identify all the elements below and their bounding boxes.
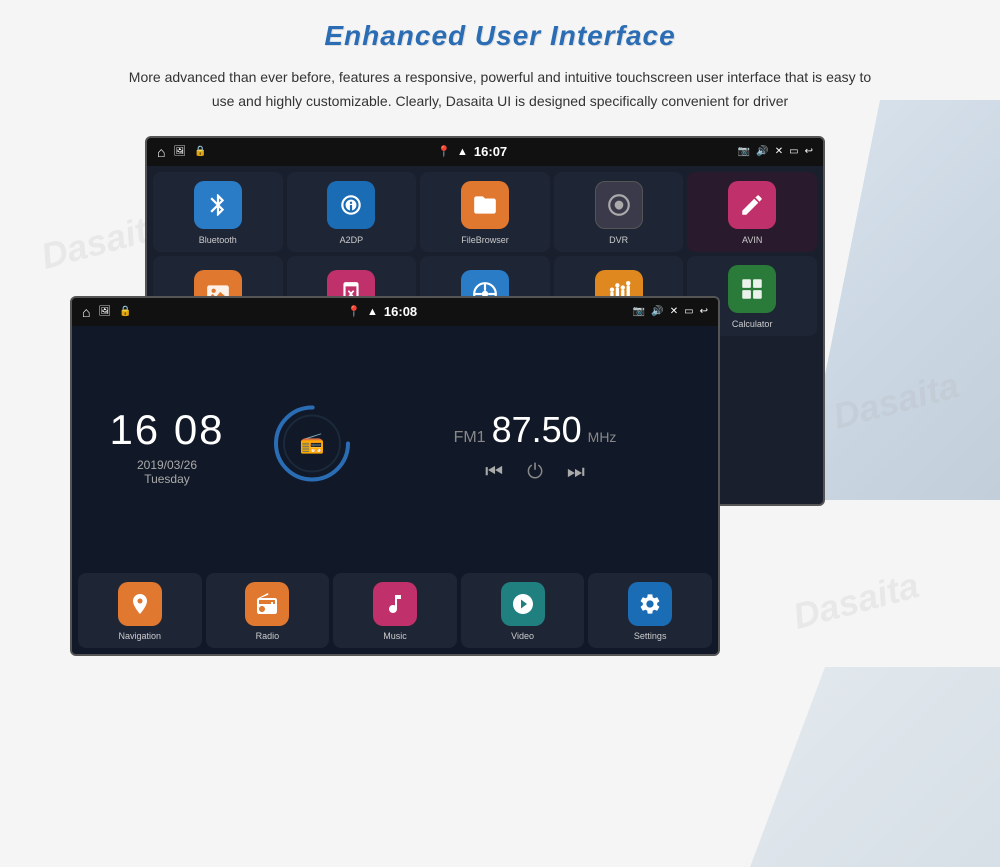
photo-icon-back: 🖼 [173, 146, 186, 157]
front-main-wrapper: 16 08 2019/03/26 Tuesday [72, 326, 718, 654]
status-center-back: 📍 ▲ 16:07 [437, 144, 507, 159]
app-tile-avin[interactable]: AVIN [687, 172, 817, 252]
status-left-front: ⌂ 🖼 🔒 [82, 304, 132, 320]
app-tile-filebrowser[interactable]: FileBrowser [420, 172, 550, 252]
dvr-icon: ⊙ [595, 181, 643, 229]
photo-icon-front: 🖼 [98, 306, 111, 317]
home-icon-front[interactable]: ⌂ [82, 304, 90, 320]
lock-icon-back: 🔒 [194, 146, 206, 157]
radio-frequency: 87.50 [492, 409, 582, 451]
status-left-back: ⌂ 🖼 🔒 [157, 144, 207, 160]
music-icon [373, 582, 417, 626]
back-icon-back[interactable]: ↩ [805, 146, 813, 157]
radio-freq-row: FM1 87.50 MHz [454, 409, 617, 451]
lock-icon-front: 🔒 [119, 306, 131, 317]
status-right-back: 📷 🔊 ✕ ▭ ↩ [738, 146, 813, 157]
screens-container: ⌂ 🖼 🔒 📍 ▲ 16:07 📷 🔊 ✕ ▭ ↩ [40, 136, 960, 716]
bottom-app-row: Navigation Radio [72, 567, 718, 654]
clock-time: 16 08 [109, 406, 224, 454]
a2dp-icon [327, 181, 375, 229]
dvr-label: DVR [609, 235, 628, 245]
bt-icon-front: ▲ [367, 306, 378, 318]
filebrowser-icon [461, 181, 509, 229]
status-center-front: 📍 ▲ 16:08 [347, 304, 417, 319]
location-icon-back: 📍 [437, 145, 451, 158]
bottom-tile-video[interactable]: Video [461, 573, 585, 648]
app-tile-bluetooth[interactable]: Bluetooth [153, 172, 283, 252]
bluetooth-status-icon: ▲ [457, 146, 468, 158]
radio-next-btn[interactable]: ⏭ [567, 461, 585, 484]
bottom-tile-radio[interactable]: Radio [206, 573, 330, 648]
bluetooth-icon [194, 181, 242, 229]
home-icon-back[interactable]: ⌂ [157, 144, 165, 160]
calculator-icon [728, 265, 776, 313]
bottom-tile-settings[interactable]: Settings [588, 573, 712, 648]
settings-icon [628, 582, 672, 626]
back-icon-front[interactable]: ↩ [700, 306, 708, 317]
svg-text:📻: 📻 [300, 433, 325, 455]
radio-section: 📻 FM1 87.50 MHz ⏮ ⏻ [262, 326, 718, 567]
time-back: 16:07 [474, 144, 507, 159]
bottom-tile-music[interactable]: Music [333, 573, 457, 648]
music-label: Music [383, 631, 407, 641]
time-front: 16:08 [384, 304, 417, 319]
front-top-row: 16 08 2019/03/26 Tuesday [72, 326, 718, 567]
svg-text:⊙: ⊙ [616, 204, 622, 211]
radio-icon [245, 582, 289, 626]
status-bar-front: ⌂ 🖼 🔒 📍 ▲ 16:08 📷 🔊 ✕ ▭ ↩ [72, 298, 718, 326]
avin-icon [728, 181, 776, 229]
radio-dial: 📻 [272, 404, 352, 489]
window-icon-back[interactable]: ▭ [789, 146, 798, 157]
volume-icon-back: 🔊 [756, 146, 768, 157]
radio-band: FM1 [454, 429, 486, 447]
bluetooth-label: Bluetooth [199, 235, 237, 245]
status-right-front: 📷 🔊 ✕ ▭ ↩ [633, 306, 708, 317]
radio-power-btn[interactable]: ⏻ [527, 461, 543, 484]
screen-front: ⌂ 🖼 🔒 📍 ▲ 16:08 📷 🔊 ✕ ▭ ↩ [70, 296, 720, 656]
app-tile-dvr[interactable]: ⊙ DVR [554, 172, 684, 252]
page-title: Enhanced User Interface [40, 20, 960, 52]
bottom-tile-navigation[interactable]: Navigation [78, 573, 202, 648]
window-icon-front[interactable]: ▭ [684, 306, 693, 317]
clock-date: 2019/03/26 Tuesday [137, 458, 197, 486]
filebrowser-label: FileBrowser [461, 235, 509, 245]
navigation-icon [118, 582, 162, 626]
navigation-label: Navigation [119, 631, 162, 641]
close-icon-front[interactable]: ✕ [670, 306, 678, 317]
camera-icon-front: 📷 [633, 306, 645, 317]
location-icon-front: 📍 [347, 305, 361, 318]
radio-controls: ⏮ ⏻ ⏭ [485, 461, 585, 484]
clock-section: 16 08 2019/03/26 Tuesday [72, 326, 262, 567]
avin-label: AVIN [742, 235, 762, 245]
video-label: Video [511, 631, 534, 641]
app-tile-a2dp[interactable]: A2DP [287, 172, 417, 252]
calculator-label: Calculator [732, 319, 773, 329]
volume-icon-front: 🔊 [651, 306, 663, 317]
page-description: More advanced than ever before, features… [125, 66, 875, 114]
close-icon-back[interactable]: ✕ [775, 146, 783, 157]
video-icon [501, 582, 545, 626]
radio-info: FM1 87.50 MHz ⏮ ⏻ ⏭ [434, 409, 617, 484]
radio-label: Radio [256, 631, 280, 641]
settings-label: Settings [634, 631, 667, 641]
a2dp-label: A2DP [340, 235, 364, 245]
camera-icon-back: 📷 [738, 146, 750, 157]
radio-prev-btn[interactable]: ⏮ [485, 461, 503, 484]
status-bar-back: ⌂ 🖼 🔒 📍 ▲ 16:07 📷 🔊 ✕ ▭ ↩ [147, 138, 823, 166]
radio-unit: MHz [588, 429, 617, 445]
